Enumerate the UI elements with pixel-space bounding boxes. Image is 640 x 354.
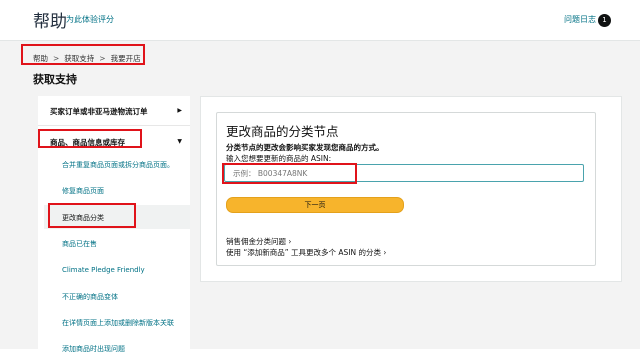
commission-category-link[interactable]: 销售佣金分类问题 ›	[226, 236, 291, 247]
rate-experience-link[interactable]: 为此体验评分	[66, 14, 114, 25]
sidebar-item-fix-page[interactable]: 修复商品页面	[62, 186, 104, 196]
top-header: 帮助 为此体验评分 问题日志 1	[0, 0, 640, 41]
sidebar-section-buyer-orders[interactable]: 买家订单或非亚马逊物流订单 ▶	[38, 96, 190, 126]
bulk-asin-category-link[interactable]: 使用 “添加新商品” 工具更改多个 ASIN 的分类 ›	[226, 247, 386, 258]
sidebar-section-label: 买家订单或非亚马逊物流订单	[50, 107, 148, 116]
issue-log-link[interactable]: 问题日志	[564, 14, 596, 25]
asin-input-highlight-box	[222, 163, 357, 184]
change-category-highlight-box	[48, 203, 136, 228]
sidebar-item-already-selling[interactable]: 商品已在售	[62, 239, 97, 249]
collapse-arrow-icon: ▼	[177, 138, 182, 145]
issue-count-badge[interactable]: 1	[598, 14, 611, 27]
help-title: 帮助	[33, 12, 67, 32]
next-page-button[interactable]: 下一页	[226, 197, 404, 213]
products-section-highlight-box	[38, 129, 142, 148]
sidebar-item-add-product-issue[interactable]: 添加商品时出现问题	[62, 344, 125, 354]
expand-arrow-icon: ▶	[177, 107, 182, 114]
form-title: 更改商品的分类节点	[226, 124, 339, 139]
sidebar-item-climate-pledge[interactable]: Climate Pledge Friendly	[62, 266, 145, 274]
form-description: 分类节点的更改会影响买家发现您商品的方式。	[226, 143, 384, 152]
page-title: 获取支持	[33, 73, 77, 86]
sidebar-item-merge-pages[interactable]: 合并重复商品页面或拆分商品页面。	[62, 160, 174, 170]
sidebar-item-incorrect-variation[interactable]: 不正确的商品变体	[62, 292, 118, 302]
sidebar-item-edition-link[interactable]: 在详情页面上添加或删除新版本关联	[62, 318, 174, 328]
breadcrumb-highlight-box	[21, 44, 145, 65]
